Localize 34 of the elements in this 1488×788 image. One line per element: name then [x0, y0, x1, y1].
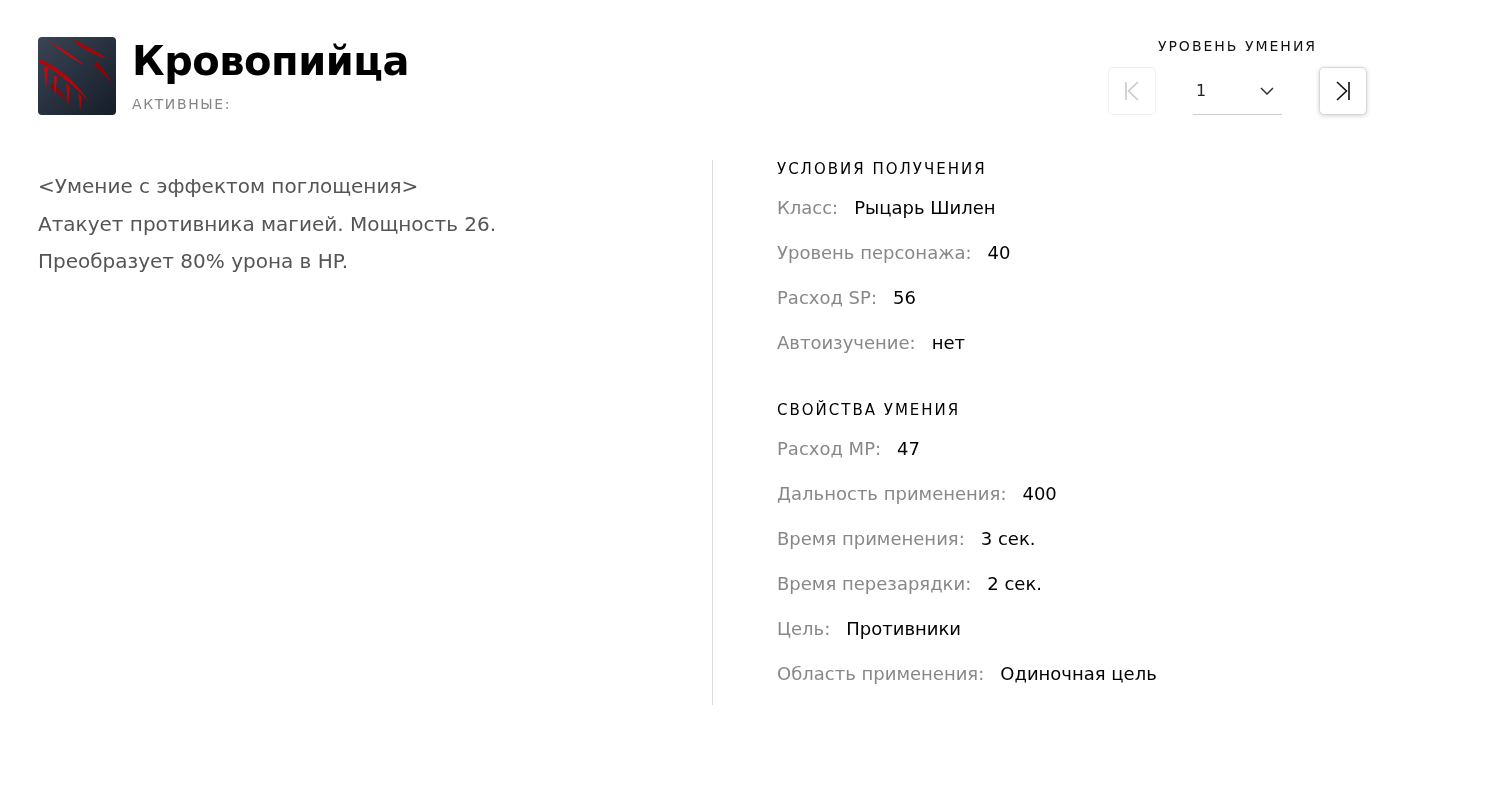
description-text: Преобразует 80% урона в HP.: [38, 248, 350, 275]
property-label: Расход SP:: [777, 287, 877, 308]
section-heading: СВОЙСТВА УМЕНИЯ: [777, 401, 962, 419]
property-label: Расход MP:: [777, 438, 882, 459]
property-value: 40: [987, 242, 1011, 263]
description-text: Атакует противника магией. Мощность 26.: [38, 210, 498, 238]
slash-marks-icon: [38, 37, 116, 115]
property-label: Дальность применения:: [777, 483, 1007, 504]
property-value: Противники: [846, 618, 962, 639]
property-value: Одиночная цель: [1000, 663, 1157, 684]
property-value: 3 сек.: [980, 528, 1036, 549]
property-value: Рыцарь Шилен: [854, 197, 996, 218]
skill-category: АКТИВНЫЕ:: [132, 95, 232, 113]
skip-back-icon: [1125, 81, 1139, 101]
property-label: Уровень персонажа:: [777, 242, 972, 263]
property-label: Цель:: [777, 618, 831, 639]
level-label: УРОВЕНЬ УМЕНИЯ: [1157, 37, 1318, 55]
property-value: 47: [897, 438, 920, 459]
property-label: Время применения:: [777, 528, 965, 549]
property-label: Класс:: [777, 197, 839, 218]
property-value: нет: [931, 332, 965, 353]
description-text: <Умение с эффектом поглощения>: [38, 173, 420, 200]
section-heading: УСЛОВИЯ ПОЛУЧЕНИЯ: [777, 160, 988, 178]
last-level-button[interactable]: [1319, 67, 1367, 115]
property-value: 400: [1022, 483, 1057, 504]
skill-title: Кровопийца: [132, 37, 409, 85]
property-label: Область применения:: [777, 663, 985, 684]
property-label: Автоизучение:: [777, 332, 916, 353]
level-select[interactable]: 1: [1193, 67, 1282, 115]
skip-forward-icon: [1336, 81, 1350, 101]
property-value: 56: [892, 287, 916, 308]
property-label: Время перезарядки:: [777, 573, 972, 594]
chevron-down-icon: [1260, 86, 1274, 95]
property-value: 2 сек.: [987, 573, 1042, 594]
